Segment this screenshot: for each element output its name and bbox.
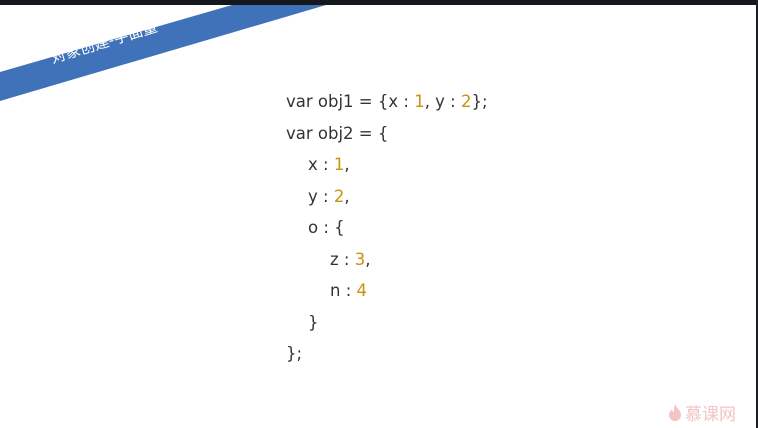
code-text: }; [286, 344, 303, 363]
code-line: y : 2, [286, 187, 488, 219]
code-number: 3 [354, 249, 366, 269]
code-text: n : [330, 281, 357, 300]
code-number: 2 [333, 186, 345, 206]
code-line: }; [286, 344, 488, 376]
code-text: z : [330, 249, 355, 269]
code-line: } [286, 313, 488, 345]
code-number: 1 [414, 92, 425, 111]
code-line: x : 1, [286, 155, 488, 187]
imooc-logo: 慕课网 [668, 400, 736, 425]
code-number: 1 [333, 155, 345, 174]
logo-text: 慕课网 [685, 405, 736, 425]
code-line: o : { [286, 218, 488, 250]
code-line: z : 3, [286, 250, 488, 282]
code-block: var obj1 = {x : 1, y : 2}; var obj2 = {x … [286, 92, 488, 376]
code-text: o : { [308, 218, 345, 237]
code-number: 4 [356, 281, 368, 300]
code-text: var obj1 = {x : [286, 92, 415, 111]
flame-icon [669, 403, 681, 421]
code-text: , [344, 155, 350, 174]
code-text: , [365, 249, 371, 269]
code-line: n : 4 [286, 281, 488, 313]
code-text: }; [471, 92, 488, 111]
code-text: , [344, 186, 350, 206]
code-line: var obj2 = { [286, 124, 488, 156]
code-text: var obj2 = { [286, 123, 389, 143]
code-text: y : [308, 186, 334, 206]
code-number: 2 [461, 92, 472, 111]
code-text: , y : [424, 92, 461, 111]
code-text: } [308, 312, 319, 332]
code-line: var obj1 = {x : 1, y : 2}; [286, 92, 488, 124]
code-text: x : [308, 155, 334, 174]
